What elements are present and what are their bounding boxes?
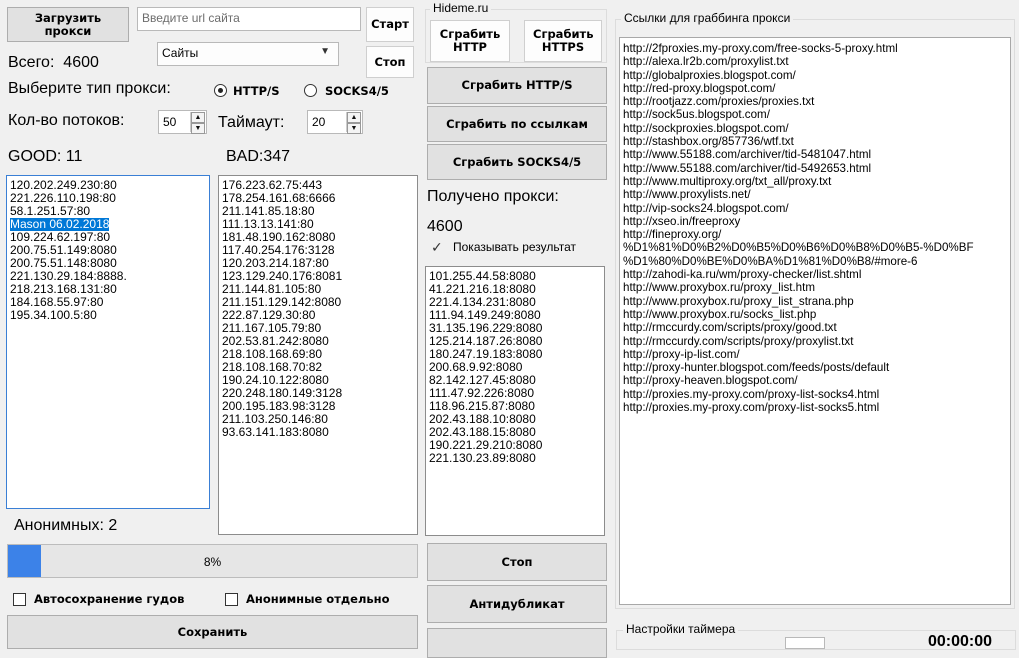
good-list[interactable]: 120.202.249.230:80 221.226.110.198:80 58.1…	[6, 175, 210, 509]
radio-socks[interactable]	[304, 84, 317, 97]
list-item[interactable]: http://proxies.my-proxy.com/proxy-list-s…	[623, 401, 1007, 414]
threads-stepper[interactable]: 50 ▲ ▼	[158, 110, 207, 134]
timer-group-title: Настройки таймера	[623, 622, 739, 636]
timeout-label: Таймаут:	[218, 114, 285, 131]
list-item[interactable]: http://globalproxies.blogspot.com/	[623, 69, 1007, 82]
timeout-stepper[interactable]: 20 ▲ ▼	[307, 110, 363, 134]
source-select-value: Сайты	[162, 46, 199, 60]
grab-stop-label: Стоп	[501, 554, 533, 569]
list-item[interactable]: http://proxy-ip-list.com/	[623, 348, 1007, 361]
load-proxy-button[interactable]: Загрузить прокси	[7, 7, 129, 42]
list-item[interactable]: http://www.proxybox.ru/socks_list.php	[623, 308, 1007, 321]
links-textarea[interactable]: http://2fproxies.my-proxy.com/free-socks…	[619, 37, 1011, 605]
anon-separate-checkbox[interactable]	[225, 593, 238, 606]
anon-count-label: Анонимных: 2	[14, 517, 118, 534]
progress-bar: 8%	[7, 544, 418, 578]
source-select[interactable]: Сайты ▼	[157, 42, 339, 66]
grab-stop-button[interactable]: Стоп	[427, 543, 607, 581]
grab-http-s-button[interactable]: Сграбить HTTP/S	[427, 67, 607, 104]
stop-button[interactable]: Стоп	[366, 46, 414, 78]
save-label: Сохранить	[177, 625, 248, 639]
list-item[interactable]: http://stashbox.org/857736/wtf.txt	[623, 135, 1007, 148]
grab-by-links-button[interactable]: Сграбить по ссылкам	[427, 106, 607, 142]
timeout-value: 20	[312, 115, 326, 129]
radio-socks-label[interactable]: SOCKS4/5	[325, 84, 389, 98]
list-item[interactable]: http://www.multiproxy.org/txt_all/proxy.…	[623, 175, 1007, 188]
stepper-down-icon[interactable]: ▼	[347, 123, 361, 134]
links-group-title: Ссылки для граббинга прокси	[621, 11, 794, 25]
list-item[interactable]: http://fineproxy.org/	[623, 228, 1007, 241]
list-item[interactable]: 93.63.141.183:8080	[222, 426, 414, 439]
grab-https-button[interactable]: Сграбить HTTPS	[524, 20, 602, 62]
list-item[interactable]: http://xseo.in/freeproxy	[623, 215, 1007, 228]
grab-socks-button[interactable]: Сграбить SOCKS4/5	[427, 144, 607, 180]
total-value: 4600	[63, 54, 99, 71]
list-item[interactable]: http://www.55188.com/archiver/tid-549265…	[623, 162, 1007, 175]
antidup-button[interactable]: Антидубликат	[427, 585, 607, 623]
list-item[interactable]: http://www.proxybox.ru/proxy_list.htm	[623, 281, 1007, 294]
list-item[interactable]: http://proxies.my-proxy.com/proxy-list-s…	[623, 388, 1007, 401]
stepper-down-icon[interactable]: ▼	[191, 123, 205, 134]
extra-button[interactable]	[427, 628, 607, 658]
anon-separate-label[interactable]: Анонимные отдельно	[246, 592, 390, 606]
list-item[interactable]: http://rootjazz.com/proxies/proxies.txt	[623, 95, 1007, 108]
autosave-label[interactable]: Автосохранение гудов	[34, 592, 184, 606]
stepper-up-icon[interactable]: ▲	[191, 112, 205, 123]
list-item[interactable]: http://www.55188.com/archiver/tid-548104…	[623, 148, 1007, 161]
show-result-checkbox[interactable]: ✓	[431, 240, 445, 254]
chevron-down-icon: ▼	[320, 46, 330, 57]
threads-label: Кол-во потоков:	[8, 112, 125, 129]
load-proxy-label: Загрузить прокси	[34, 10, 102, 38]
show-result-label[interactable]: Показывать результат	[453, 240, 576, 254]
received-label: Получено прокси:	[427, 188, 559, 205]
url-placeholder: Введите url сайта	[142, 11, 240, 25]
stop-label: Стоп	[374, 54, 406, 69]
list-item[interactable]: http://2fproxies.my-proxy.com/free-socks…	[623, 42, 1007, 55]
progress-text: 8%	[203, 555, 222, 569]
list-item[interactable]: http://proxy-hunter.blogspot.com/feeds/p…	[623, 361, 1007, 374]
bad-list[interactable]: 176.223.62.75:443 178.254.161.68:6666 211.…	[218, 175, 418, 535]
list-item[interactable]: http://red-proxy.blogspot.com/	[623, 82, 1007, 95]
proxy-type-label: Выберите тип прокси:	[8, 80, 171, 97]
antidup-label: Антидубликат	[469, 596, 565, 611]
list-item[interactable]: http://sockproxies.blogspot.com/	[623, 122, 1007, 135]
list-item[interactable]: http://vip-socks24.blogspot.com/	[623, 202, 1007, 215]
total-label: Всего: 4600	[8, 54, 99, 71]
start-button[interactable]: Старт	[366, 7, 414, 42]
results-list[interactable]: 101.255.44.58:8080 41.221.216.18:8080 221.…	[425, 266, 605, 536]
radio-http[interactable]	[214, 84, 227, 97]
grab-by-links-label: Сграбить по ссылкам	[446, 116, 588, 131]
list-item[interactable]: http://rmccurdy.com/scripts/proxy/proxyl…	[623, 335, 1007, 348]
radio-http-label[interactable]: HTTP/S	[233, 84, 280, 98]
autosave-checkbox[interactable]	[13, 593, 26, 606]
timer-input[interactable]	[785, 637, 825, 649]
list-item[interactable]: http://www.proxylists.net/	[623, 188, 1007, 201]
list-item[interactable]: 221.130.23.89:8080	[429, 452, 601, 465]
received-value: 4600	[427, 218, 463, 235]
grab-http-button[interactable]: Сграбить HTTP	[430, 20, 510, 62]
grab-http-label: Сграбить HTTP	[439, 27, 501, 54]
list-item[interactable]: http://zahodi-ka.ru/wm/proxy-checker/lis…	[623, 268, 1007, 281]
list-item[interactable]: http://alexa.lr2b.com/proxylist.txt	[623, 55, 1007, 68]
stepper-up-icon[interactable]: ▲	[347, 112, 361, 123]
timer-value: 00:00:00	[928, 633, 993, 650]
list-item[interactable]: %D1%80%D0%BE%D0%BA%D1%81%D0%B8/#more-6	[623, 255, 1007, 268]
list-item[interactable]: http://rmccurdy.com/scripts/proxy/good.t…	[623, 321, 1007, 334]
list-item[interactable]: http://sock5us.blogspot.com/	[623, 108, 1007, 121]
save-button[interactable]: Сохранить	[7, 615, 418, 649]
bad-count-label: BAD:347	[226, 148, 291, 165]
grab-socks-label: Сграбить SOCKS4/5	[452, 154, 582, 169]
list-item[interactable]: http://www.proxybox.ru/proxy_list_strana…	[623, 295, 1007, 308]
hideme-group-title: Hideme.ru	[430, 1, 492, 15]
good-count-label: GOOD: 11	[8, 148, 83, 165]
list-item[interactable]: http://proxy-heaven.blogspot.com/	[623, 374, 1007, 387]
grab-https-label: Сграбить HTTPS	[533, 27, 594, 54]
url-input[interactable]: Введите url сайта	[137, 7, 361, 31]
list-item[interactable]: %D1%81%D0%B2%D0%B5%D0%B6%D0%B8%D0%B5-%D0…	[623, 241, 1007, 254]
list-item[interactable]: 195.34.100.5:80	[10, 309, 206, 322]
start-label: Старт	[371, 17, 409, 31]
threads-value: 50	[163, 115, 177, 129]
grab-http-s-label: Сграбить HTTP/S	[461, 78, 573, 92]
